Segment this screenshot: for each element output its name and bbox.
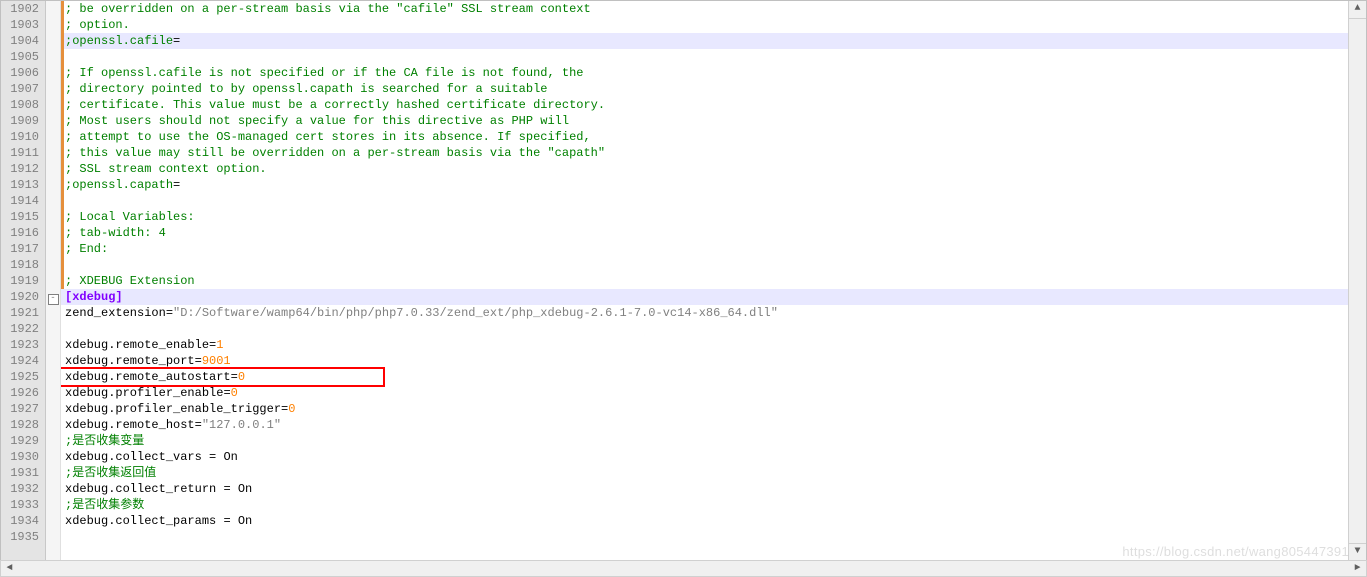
- code-line[interactable]: ; option.: [61, 17, 1348, 33]
- code-line[interactable]: ; tab-width: 4: [61, 225, 1348, 241]
- code-line[interactable]: ; attempt to use the OS-managed cert sto…: [61, 129, 1348, 145]
- code-line[interactable]: ; End:: [61, 241, 1348, 257]
- line-number: 1926: [5, 385, 39, 401]
- scroll-down-button[interactable]: ▼: [1349, 543, 1366, 561]
- line-number: 1905: [5, 49, 39, 65]
- fold-column[interactable]: -: [46, 1, 61, 561]
- code-line[interactable]: xdebug.remote_port=9001: [61, 353, 1348, 369]
- line-number: 1918: [5, 257, 39, 273]
- line-number: 1932: [5, 481, 39, 497]
- line-number: 1906: [5, 65, 39, 81]
- code-line[interactable]: [61, 49, 1348, 65]
- line-number-gutter: 1902190319041905190619071908190919101911…: [1, 1, 46, 561]
- code-line[interactable]: [61, 193, 1348, 209]
- line-number: 1914: [5, 193, 39, 209]
- line-number: 1931: [5, 465, 39, 481]
- line-number: 1919: [5, 273, 39, 289]
- code-line[interactable]: xdebug.remote_enable=1: [61, 337, 1348, 353]
- line-number: 1903: [5, 17, 39, 33]
- vertical-scrollbar[interactable]: ▲ ▼: [1348, 1, 1366, 561]
- line-number: 1912: [5, 161, 39, 177]
- line-number: 1935: [5, 529, 39, 545]
- line-number: 1916: [5, 225, 39, 241]
- code-line[interactable]: [xdebug]: [61, 289, 1348, 305]
- code-line[interactable]: [61, 257, 1348, 273]
- code-line[interactable]: xdebug.remote_host="127.0.0.1": [61, 417, 1348, 433]
- code-line[interactable]: ; If openssl.cafile is not specified or …: [61, 65, 1348, 81]
- code-line[interactable]: ; be overridden on a per-stream basis vi…: [61, 1, 1348, 17]
- code-line[interactable]: ; certificate. This value must be a corr…: [61, 97, 1348, 113]
- code-line[interactable]: ; directory pointed to by openssl.capath…: [61, 81, 1348, 97]
- line-number: 1930: [5, 449, 39, 465]
- horizontal-scrollbar[interactable]: ◄ ►: [0, 560, 1367, 577]
- code-line[interactable]: xdebug.remote_autostart=0: [61, 369, 1348, 385]
- code-line[interactable]: xdebug.collect_params = On: [61, 513, 1348, 529]
- code-line[interactable]: ; Most users should not specify a value …: [61, 113, 1348, 129]
- line-number: 1925: [5, 369, 39, 385]
- scroll-left-button[interactable]: ◄: [1, 563, 18, 574]
- line-number: 1910: [5, 129, 39, 145]
- line-number: 1934: [5, 513, 39, 529]
- line-number: 1909: [5, 113, 39, 129]
- fold-toggle-icon[interactable]: -: [48, 294, 59, 305]
- code-line[interactable]: xdebug.profiler_enable_trigger=0: [61, 401, 1348, 417]
- code-line[interactable]: zend_extension="D:/Software/wamp64/bin/p…: [61, 305, 1348, 321]
- code-line[interactable]: ; XDEBUG Extension: [61, 273, 1348, 289]
- line-number: 1913: [5, 177, 39, 193]
- line-number: 1902: [5, 1, 39, 17]
- code-line[interactable]: [61, 529, 1348, 545]
- line-number: 1917: [5, 241, 39, 257]
- scroll-right-button[interactable]: ►: [1349, 563, 1366, 574]
- line-number: 1924: [5, 353, 39, 369]
- watermark-text: https://blog.csdn.net/wang805447391: [1122, 544, 1349, 559]
- code-line[interactable]: ;是否收集参数: [61, 497, 1348, 513]
- code-line[interactable]: xdebug.collect_vars = On: [61, 449, 1348, 465]
- line-number: 1908: [5, 97, 39, 113]
- line-number: 1915: [5, 209, 39, 225]
- code-line[interactable]: [61, 321, 1348, 337]
- line-number: 1927: [5, 401, 39, 417]
- code-line[interactable]: ;openssl.cafile=: [61, 33, 1348, 49]
- code-line[interactable]: ; this value may still be overridden on …: [61, 145, 1348, 161]
- code-line[interactable]: ;是否收集变量: [61, 433, 1348, 449]
- code-lines[interactable]: ; be overridden on a per-stream basis vi…: [61, 1, 1348, 545]
- code-line[interactable]: ;是否收集返回值: [61, 465, 1348, 481]
- code-line[interactable]: xdebug.profiler_enable=0: [61, 385, 1348, 401]
- code-line[interactable]: xdebug.collect_return = On: [61, 481, 1348, 497]
- line-number: 1928: [5, 417, 39, 433]
- code-area[interactable]: ; be overridden on a per-stream basis vi…: [61, 1, 1348, 561]
- line-number: 1920: [5, 289, 39, 305]
- line-number: 1911: [5, 145, 39, 161]
- code-line[interactable]: ; Local Variables:: [61, 209, 1348, 225]
- line-number: 1904: [5, 33, 39, 49]
- code-line[interactable]: ; SSL stream context option.: [61, 161, 1348, 177]
- line-number: 1923: [5, 337, 39, 353]
- change-marker: [61, 1, 64, 289]
- line-number: 1933: [5, 497, 39, 513]
- line-number: 1907: [5, 81, 39, 97]
- scroll-up-button[interactable]: ▲: [1349, 1, 1366, 19]
- line-number: 1922: [5, 321, 39, 337]
- code-editor[interactable]: 1902190319041905190619071908190919101911…: [0, 0, 1367, 562]
- line-number: 1929: [5, 433, 39, 449]
- line-number: 1921: [5, 305, 39, 321]
- code-line[interactable]: ;openssl.capath=: [61, 177, 1348, 193]
